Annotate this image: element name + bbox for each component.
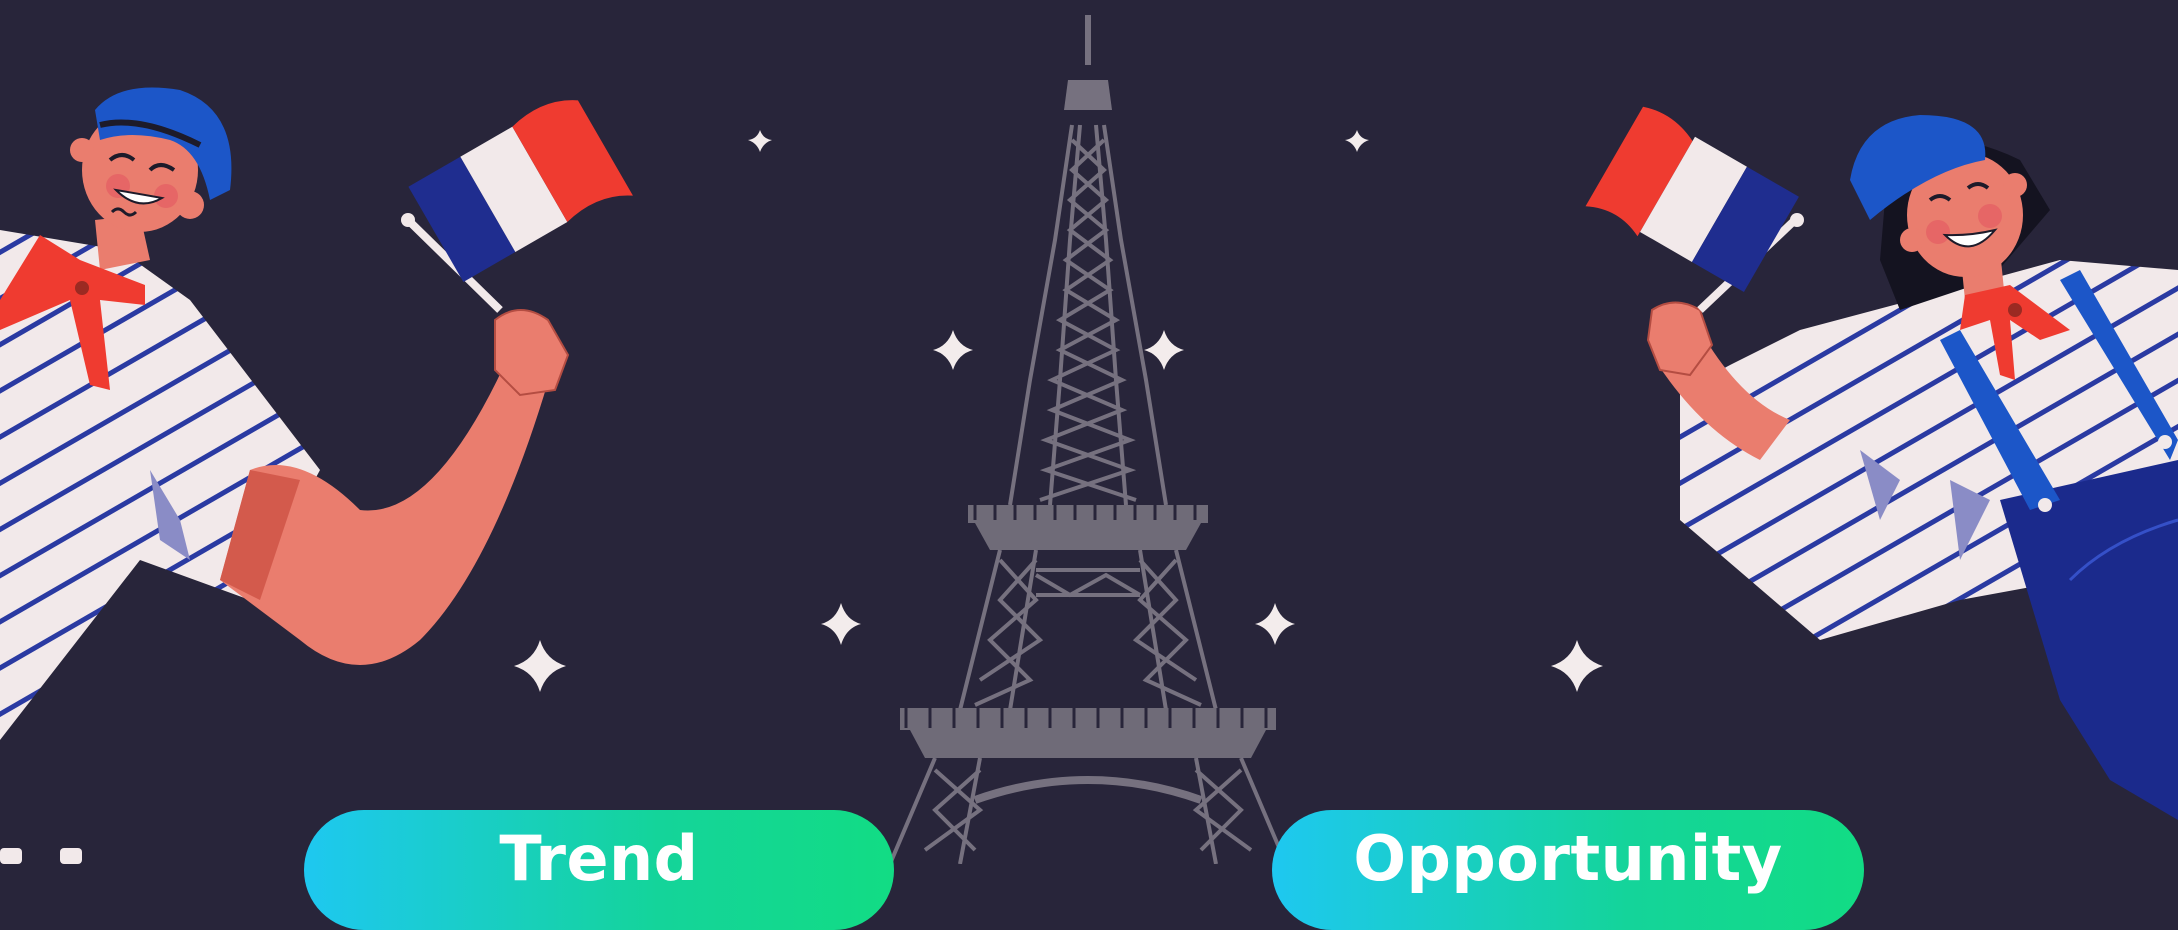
illustration-scene	[0, 0, 2178, 864]
opportunity-button-label: Opportunity	[1353, 822, 1783, 895]
trend-button-label: Trend	[499, 822, 699, 895]
trend-button[interactable]: Trend	[304, 810, 894, 930]
opportunity-button[interactable]: Opportunity	[1272, 810, 1864, 930]
